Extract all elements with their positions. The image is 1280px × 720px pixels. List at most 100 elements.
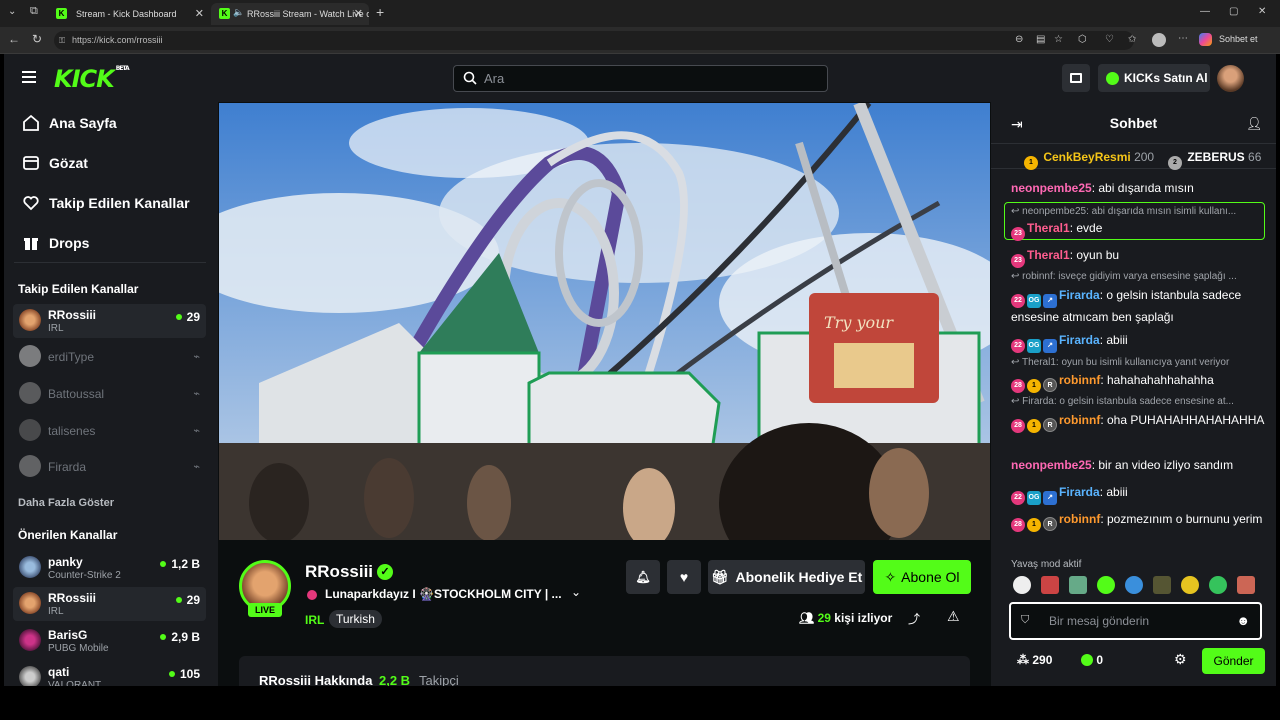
stream-info: LIVE RRossiii ✓ Lunaparkdayız I 🎡STOCKHO… [219,540,990,696]
channel-avatar [19,629,41,651]
channel-points[interactable]: ⁂ 290 [1017,653,1052,667]
recommended-channel-panky[interactable]: panky Counter-Strike 2 1,2 B [13,551,206,585]
highlighted-message[interactable]: ↩ neonpembe25: abi dışarıda mısın isimli… [1004,202,1265,241]
maximize-icon[interactable]: ▢ [1229,6,1238,17]
send-button[interactable]: Gönder [1202,648,1265,674]
emote-icon[interactable] [1013,576,1031,594]
followed-channel-rrossiii[interactable]: RRossiii IRL 29 [13,304,206,338]
vip-badge: ↗ [1043,491,1057,505]
follow-button[interactable]: ♥ [667,560,701,594]
followed-channel-battoussal[interactable]: Battoussal ⌁ [13,377,206,411]
reader-icon[interactable]: ▤ [1036,34,1045,45]
dashboard-button[interactable] [1062,64,1090,92]
subscribe-button[interactable]: ✧ Abone Ol [873,560,971,594]
video-player[interactable]: Try your [219,103,990,540]
followed-channel-firarda[interactable]: Firarda ⌁ [13,450,206,484]
chevron-down-icon[interactable]: ⌄ [571,585,581,599]
new-tab-icon[interactable]: + [376,4,384,20]
emote-icon[interactable] [1097,576,1115,594]
chat-message[interactable]: 22 OG ↗ Firarda: o gelsin istanbula sadece … [1011,286,1269,326]
settings-gear-icon[interactable]: ⚙ [1174,651,1187,668]
tab-kick-dashboard[interactable]: K Stream - Kick Dashboard ✕ [48,3,210,25]
reply-context: ↩ neonpembe25: abi dışarıda mısın isimli… [1011,206,1237,217]
more-icon[interactable]: ⋯ [1178,33,1188,44]
minimize-icon[interactable]: — [1200,6,1210,17]
emote-icon[interactable] [1125,576,1143,594]
reload-icon[interactable]: ↻ [32,32,42,46]
site-info-icon[interactable]: ⚿ [59,31,65,50]
top-gifter-2[interactable]: 2 ZEBERUS 66 [1168,150,1261,170]
chat-input[interactable]: ⛉ Bir mesaj gönderin ☻ [1009,602,1262,640]
emote-icon[interactable] [1181,576,1199,594]
followed-channel-erditype[interactable]: erdiType ⌁ [13,340,206,374]
category-link[interactable]: IRL [305,613,324,627]
top-gifter-1[interactable]: 1 CenkBeyResmi 200 [1024,150,1154,170]
emote-icon[interactable] [1041,576,1059,594]
recommended-channel-barisg[interactable]: BarisG PUBG Mobile 2,9 B [13,624,206,658]
report-icon[interactable]: ⚠ [947,608,960,625]
browser-essentials-icon[interactable]: ♡ [1105,34,1114,45]
emote-icon[interactable] [1237,576,1255,594]
tab-menu-icon[interactable]: ⌄ [8,6,16,17]
zoom-icon[interactable]: ⊖ [1015,34,1023,45]
close-tab-icon[interactable]: ✕ [195,7,204,20]
chat-message[interactable]: 23 Theral1: oyun bu [1011,246,1269,268]
nav-browse[interactable]: Gözat [22,154,88,172]
extensions-icon[interactable]: ⬡ [1078,34,1087,45]
svg-text:Try your: Try your [824,313,894,332]
menu-icon[interactable] [22,71,36,83]
profile-avatar[interactable] [1152,33,1166,47]
back-icon[interactable]: ← [8,32,20,46]
nav-following[interactable]: Takip Edilen Kanallar [22,194,190,212]
emote-icon[interactable] [1069,576,1087,594]
search-input[interactable]: Ara [453,65,828,92]
favorites-bar-icon[interactable]: ✩ [1128,34,1136,45]
followed-channel-talisenes[interactable]: talisenes ⌁ [13,414,206,448]
chat-users-icon[interactable]: 👤︎ [1246,116,1263,132]
show-more-link[interactable]: Daha Fazla Göster [18,497,114,509]
offline-icon: ⌁ [193,351,200,363]
emote-bar [1013,576,1271,596]
notification-button[interactable]: 🔔︎ [626,560,660,594]
user-avatar[interactable] [1217,65,1244,92]
channel-avatar [19,419,41,441]
kicks-balance[interactable]: 0 [1081,653,1103,667]
tab-rrossiii-stream[interactable]: K 🔈 RRossiii Stream - Watch Live o ✕ [211,3,369,25]
followed-section-title: Takip Edilen Kanallar [18,282,139,296]
gift-subscription-button[interactable]: 🎁︎ Abonelik Hediye Et [708,560,865,594]
slow-mode-notice: Yavaş mod aktif [1011,559,1082,570]
home-icon [23,114,39,131]
chat-message[interactable]: 22 OG ↗ Firarda: abiii [1011,331,1269,353]
favorite-icon[interactable]: ☆ [1054,34,1063,45]
recommended-channel-rrossiii[interactable]: RRossiii IRL 29 [13,587,206,621]
top-bar: KICK BETA Ara KICKs Satın Al [4,54,1276,102]
copilot-icon[interactable] [1199,33,1212,46]
close-tab-icon[interactable]: ✕ [354,7,363,20]
kick-favicon-icon: K [56,8,67,19]
chat-message[interactable]: 22 OG ↗ Firarda: abiii [1011,483,1269,505]
window-close-icon[interactable]: ✕ [1258,6,1266,17]
kick-logo[interactable]: KICK BETA [54,65,130,93]
chat-message[interactable]: neonpembe25: abi dışarıda mısın [1011,179,1269,197]
url-field[interactable]: ⚿ https://kick.com/rrossiii [54,31,1134,50]
emote-icon[interactable] [1153,576,1171,594]
moderator-badge: R [1043,378,1057,392]
emoji-icon[interactable]: ☻ [1236,613,1250,628]
chat-message[interactable]: neonpembe25: bir an video izliyo sandım [1011,456,1269,474]
buy-kicks-button[interactable]: KICKs Satın Al [1098,64,1210,92]
copilot-chat-button[interactable]: Sohbet et [1219,34,1258,44]
workspaces-icon[interactable]: ⧉ [30,5,38,18]
chat-message[interactable]: 28 1 Rrobinnf: pozmezınım o burnunu yerim [1011,510,1269,532]
chat-message[interactable]: 28 1 Rrobinnf: hahahahahhahahha [1011,371,1269,393]
viewer-count: 29 [176,310,200,324]
reply-context: ↩ Firarda: o gelsin istanbula sadece ens… [1011,396,1234,407]
emote-icon[interactable] [1209,576,1227,594]
tag-chip[interactable]: Turkish [329,610,382,628]
divider [14,262,206,263]
channel-name[interactable]: RRossiii [305,562,373,582]
share-icon[interactable]: ⤴ [908,610,920,627]
nav-drops[interactable]: Drops [22,234,89,252]
speaker-icon[interactable]: 🔈 [233,7,244,18]
nav-home[interactable]: Ana Sayfa [22,114,117,132]
chat-message[interactable]: 28 1 Rrobinnf: oha PUHAHAHHAHAHAHHA [1011,411,1269,433]
